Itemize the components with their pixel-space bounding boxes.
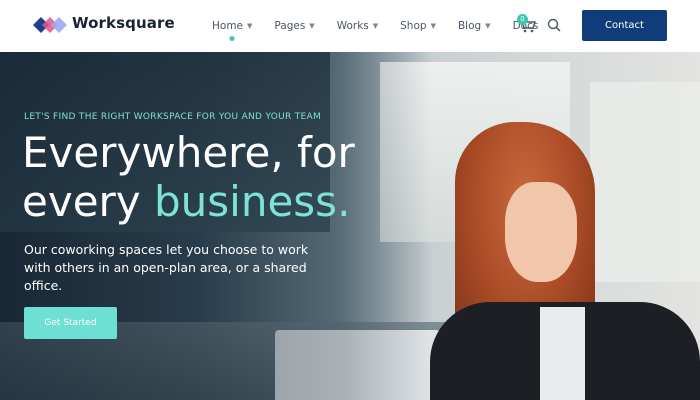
cart-count-badge: 0 [517, 14, 528, 25]
nav-item-label: Pages [274, 20, 306, 32]
chevron-down-icon: ▼ [247, 22, 253, 30]
hero-subtext: Our coworking spaces let you choose to w… [24, 242, 309, 293]
headline-line-1: Everywhere, for [22, 128, 355, 177]
nav-item-label: Blog [457, 20, 482, 32]
chevron-down-icon: ▼ [430, 22, 436, 30]
hero-overlay [0, 52, 430, 400]
headline-line-2: every [22, 177, 155, 226]
nav-item-label: Works [336, 20, 369, 32]
nav-item-pages[interactable]: Pages ▼ [274, 20, 314, 32]
get-started-button[interactable]: Get Started [24, 307, 117, 339]
nav-item-blog[interactable]: Blog ▼ [458, 20, 491, 32]
chevron-down-icon: ▼ [309, 22, 315, 30]
nav-item-label: Home [212, 20, 244, 32]
hero-background-window [590, 82, 700, 282]
nav-item-home[interactable]: Home ▼ [212, 20, 253, 41]
hero-person-face [505, 182, 577, 282]
main-nav: Home ▼ Pages ▼ Works ▼ Shop ▼ Blog ▼ Docs [212, 20, 560, 41]
chevron-down-icon: ▼ [372, 22, 379, 30]
hero-person-shirt [540, 307, 585, 400]
site-header: Worksquare Home ▼ Pages ▼ Works ▼ Shop ▼ Blo… [0, 0, 700, 52]
nav-item-works[interactable]: Works ▼ [337, 20, 378, 32]
worksquare-logo-icon[interactable] [33, 16, 67, 34]
search-icon[interactable] [547, 18, 561, 32]
hero-section [0, 52, 700, 400]
contact-button[interactable]: Contact [582, 10, 667, 41]
headline-accent: business. [154, 177, 351, 226]
chevron-down-icon: ▼ [485, 22, 491, 30]
brand-name[interactable]: Worksquare [72, 14, 175, 32]
hero-eyebrow: LET'S FIND THE RIGHT WORKSPACE FOR YOU A… [24, 112, 322, 122]
nav-item-shop[interactable]: Shop ▼ [400, 20, 436, 32]
hero-headline: Everywhere, for every business. [22, 128, 355, 226]
nav-item-label: Shop [400, 20, 427, 32]
active-indicator [229, 36, 235, 41]
